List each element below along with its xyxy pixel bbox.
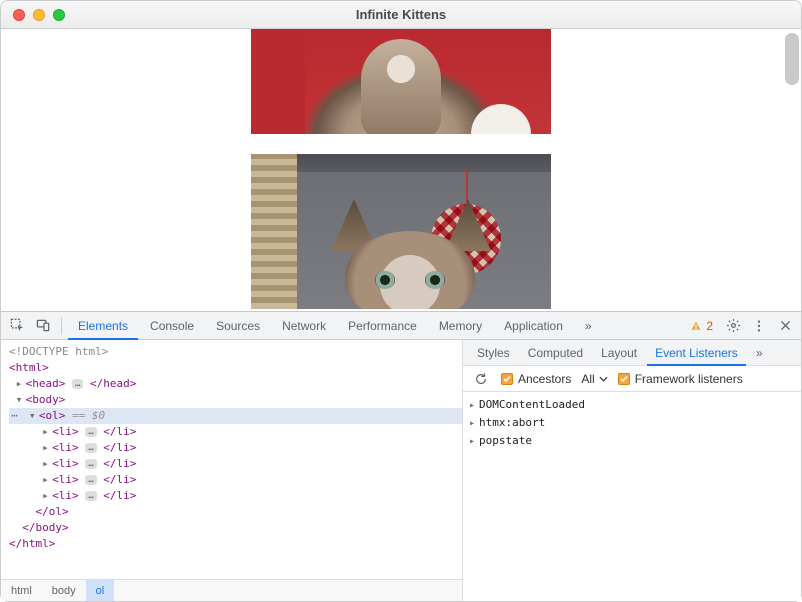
sidebar-overflow[interactable]: » xyxy=(748,340,771,366)
devtools-tabs: Elements Console Sources Network Perform… xyxy=(1,312,801,340)
dom-node[interactable]: <li> xyxy=(52,441,79,454)
listener-item[interactable]: DOMContentLoaded xyxy=(469,396,795,414)
ancestors-label: Ancestors xyxy=(518,372,571,386)
page-content xyxy=(1,29,801,311)
tab-application[interactable]: Application xyxy=(494,312,573,340)
vertical-scrollbar[interactable] xyxy=(785,33,799,85)
chevron-down-icon xyxy=(599,376,608,382)
tab-sources[interactable]: Sources xyxy=(206,312,270,340)
devtools-panel: Elements Console Sources Network Perform… xyxy=(1,311,801,601)
tabs-overflow[interactable]: » xyxy=(575,312,602,340)
elements-sidebar: Styles Computed Layout Event Listeners »… xyxy=(463,340,801,601)
gear-icon[interactable] xyxy=(721,314,745,338)
dom-node[interactable]: <html> xyxy=(9,361,49,374)
dom-node[interactable]: <li> xyxy=(52,457,79,470)
dom-node-selected[interactable]: <ol> xyxy=(39,409,66,422)
framework-checkbox[interactable]: Framework listeners xyxy=(618,372,743,386)
dom-doctype: <!DOCTYPE html> xyxy=(9,345,108,358)
dom-node[interactable]: <li> xyxy=(52,425,79,438)
traffic-lights xyxy=(1,9,65,21)
scope-select[interactable]: All xyxy=(581,372,607,386)
stab-layout[interactable]: Layout xyxy=(593,340,645,366)
device-toggle-icon[interactable] xyxy=(31,314,55,338)
inspect-icon[interactable] xyxy=(5,314,29,338)
dom-node: </html> xyxy=(9,537,55,550)
dom-node[interactable]: <li> xyxy=(52,489,79,502)
elements-panel: <!DOCTYPE html> <html> ▸<head> … </head>… xyxy=(1,340,463,601)
warnings-badge[interactable]: 2 xyxy=(684,319,719,333)
close-icon[interactable] xyxy=(13,9,25,21)
dom-node[interactable]: <body> xyxy=(26,393,66,406)
tab-performance[interactable]: Performance xyxy=(338,312,427,340)
warnings-count: 2 xyxy=(706,319,713,333)
maximize-icon[interactable] xyxy=(53,9,65,21)
tab-network[interactable]: Network xyxy=(272,312,336,340)
kitten-image-1 xyxy=(251,29,551,134)
dom-tree[interactable]: <!DOCTYPE html> <html> ▸<head> … </head>… xyxy=(1,340,462,579)
breadcrumb: html body ol xyxy=(1,579,462,601)
event-listeners-list: DOMContentLoaded htmx:abort popstate xyxy=(463,392,801,601)
listener-item[interactable]: popstate xyxy=(469,432,795,450)
dom-node[interactable]: <head> xyxy=(26,377,66,390)
refresh-icon[interactable] xyxy=(471,369,491,389)
minimize-icon[interactable] xyxy=(33,9,45,21)
tab-memory[interactable]: Memory xyxy=(429,312,492,340)
listeners-toolbar: Ancestors All Framework listeners xyxy=(463,366,801,392)
dom-node: </body> xyxy=(22,521,68,534)
crumb-body[interactable]: body xyxy=(42,580,86,601)
stab-computed[interactable]: Computed xyxy=(520,340,591,366)
stab-styles[interactable]: Styles xyxy=(469,340,518,366)
framework-label: Framework listeners xyxy=(635,372,743,386)
crumb-ol[interactable]: ol xyxy=(86,580,115,601)
window-titlebar: Infinite Kittens xyxy=(1,1,801,29)
tab-elements[interactable]: Elements xyxy=(68,312,138,340)
dom-node[interactable]: <li> xyxy=(52,473,79,486)
kitten-image-2 xyxy=(251,154,551,309)
stab-event-listeners[interactable]: Event Listeners xyxy=(647,340,746,366)
crumb-html[interactable]: html xyxy=(1,580,42,601)
ancestors-checkbox[interactable]: Ancestors xyxy=(501,372,571,386)
sidebar-tabs: Styles Computed Layout Event Listeners » xyxy=(463,340,801,366)
close-devtools-icon[interactable] xyxy=(773,314,797,338)
window-title: Infinite Kittens xyxy=(1,7,801,22)
kebab-icon[interactable] xyxy=(747,314,771,338)
tab-console[interactable]: Console xyxy=(140,312,204,340)
dom-node: </ol> xyxy=(36,505,69,518)
listener-item[interactable]: htmx:abort xyxy=(469,414,795,432)
